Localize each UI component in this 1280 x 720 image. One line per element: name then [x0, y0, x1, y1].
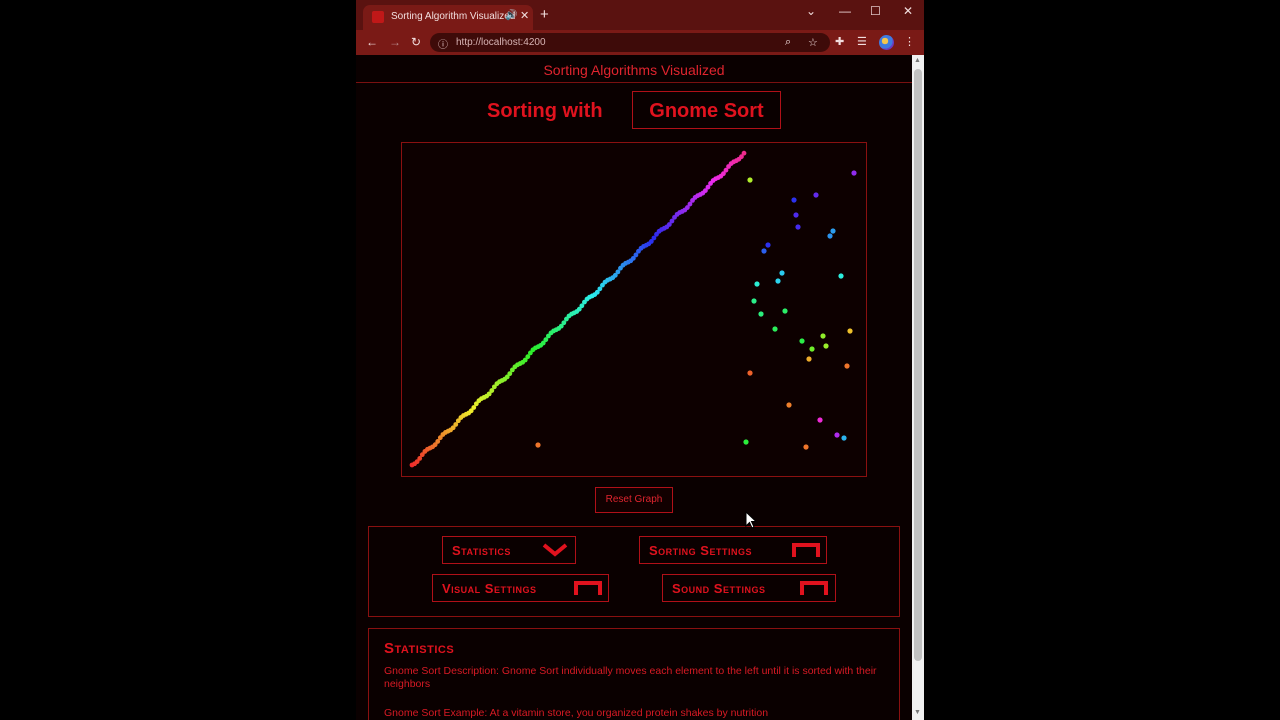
- reload-icon[interactable]: ↻: [411, 35, 421, 49]
- forward-icon[interactable]: →: [389, 35, 401, 49]
- sort-graph-svg: [409, 150, 857, 468]
- audio-icon[interactable]: 🔊: [505, 10, 517, 21]
- data-point: [827, 233, 833, 239]
- data-point: [761, 248, 767, 254]
- site-header: Sorting Algorithms Visualized: [356, 55, 912, 83]
- data-point: [747, 177, 753, 183]
- menu-panel: Statistics Sorting Settings Visual Setti…: [368, 526, 900, 617]
- data-point: [851, 170, 857, 176]
- data-point: [779, 270, 785, 276]
- data-point: [747, 370, 753, 376]
- window-close-icon[interactable]: ✕: [903, 4, 913, 18]
- data-point: [834, 432, 840, 438]
- tab-close-icon[interactable]: ✕: [520, 9, 529, 22]
- data-point: [754, 281, 760, 287]
- chevron-down-icon: [542, 543, 568, 557]
- url-host: http://localhost: [456, 37, 521, 48]
- data-point: [758, 311, 764, 317]
- browser-toolbar: ← → ↻ ⓘ http://localhost:4200 ⌕ ☆ ✚ ☰ ⋮: [356, 30, 924, 55]
- algorithm-example: Gnome Sort Example: At a vitamin store, …: [384, 707, 769, 719]
- maximize-icon[interactable]: ☐: [870, 4, 881, 18]
- minimize-icon[interactable]: —: [839, 4, 851, 18]
- scroll-thumb[interactable]: [914, 69, 922, 661]
- mouse-cursor-icon: [745, 511, 757, 529]
- sort-graph: [401, 142, 867, 477]
- address-bar[interactable]: ⓘ http://localhost:4200 ⌕ ☆: [430, 33, 830, 52]
- collapsed-bracket-icon: [574, 581, 602, 595]
- reading-list-icon[interactable]: ☰: [857, 35, 867, 48]
- sorting-settings-toggle-button[interactable]: Sorting Settings: [639, 536, 827, 564]
- data-point: [847, 328, 853, 334]
- extensions-icon[interactable]: ✚: [835, 35, 844, 48]
- favicon-icon: [372, 11, 384, 23]
- data-point: [844, 363, 850, 369]
- visual-settings-label: Visual Settings: [442, 581, 537, 596]
- data-point: [786, 402, 792, 408]
- collapsed-bracket-icon: [792, 543, 820, 557]
- data-point: [743, 439, 749, 445]
- url-port: :4200: [520, 37, 546, 48]
- scroll-down-icon[interactable]: ▼: [914, 709, 921, 716]
- page-content: Sorting Algorithms Visualized Sorting wi…: [356, 55, 912, 720]
- sound-settings-toggle-button[interactable]: Sound Settings: [662, 574, 836, 602]
- back-icon[interactable]: ←: [366, 35, 378, 49]
- page-heading: Sorting with Gnome Sort: [356, 91, 912, 129]
- data-point: [841, 435, 847, 441]
- profile-icon[interactable]: [879, 35, 894, 50]
- data-point: [791, 197, 797, 203]
- star-icon[interactable]: ☆: [808, 36, 818, 49]
- data-point: [823, 343, 829, 349]
- collapsed-bracket-icon: [800, 581, 828, 595]
- data-point: [741, 150, 747, 156]
- browser-window: Sorting Algorithm Visualized 🔊 ✕ + ⌄ — ☐…: [356, 0, 924, 720]
- algorithm-description: Gnome Sort Description: Gnome Sort indiv…: [384, 665, 877, 690]
- data-point: [803, 444, 809, 450]
- data-point: [838, 273, 844, 279]
- page-scrollbar[interactable]: ▲ ▼: [912, 55, 924, 720]
- data-point: [782, 308, 788, 314]
- site-title: Sorting Algorithms Visualized: [543, 62, 725, 78]
- browser-tab[interactable]: Sorting Algorithm Visualized 🔊 ✕: [363, 5, 533, 30]
- data-point: [813, 192, 819, 198]
- scroll-up-icon[interactable]: ▲: [914, 57, 921, 64]
- data-point: [765, 242, 771, 248]
- reset-graph-button[interactable]: Reset Graph: [595, 487, 673, 513]
- tab-bar: Sorting Algorithm Visualized 🔊 ✕ + ⌄ — ☐…: [356, 0, 924, 30]
- heading-prefix: Sorting with: [487, 100, 603, 122]
- sorting-settings-label: Sorting Settings: [649, 543, 752, 558]
- data-point: [809, 346, 815, 352]
- tab-search-icon[interactable]: ⌄: [806, 4, 816, 18]
- statistics-title: Statistics: [384, 640, 455, 657]
- statistics-panel: Statistics Gnome Sort Description: Gnome…: [368, 628, 900, 720]
- visual-settings-toggle-button[interactable]: Visual Settings: [432, 574, 609, 602]
- sound-settings-label: Sound Settings: [672, 581, 766, 596]
- url-text[interactable]: http://localhost:4200: [456, 37, 546, 48]
- info-icon[interactable]: ⓘ: [438, 36, 448, 51]
- statistics-label: Statistics: [452, 543, 511, 558]
- data-point: [799, 338, 805, 344]
- data-point: [775, 278, 781, 284]
- data-point: [795, 224, 801, 230]
- zoom-icon[interactable]: ⌕: [785, 36, 791, 49]
- data-point: [772, 326, 778, 332]
- algorithm-selector[interactable]: Gnome Sort: [632, 91, 781, 129]
- data-point: [793, 212, 799, 218]
- data-point: [751, 298, 757, 304]
- data-point: [535, 442, 541, 448]
- statistics-toggle-button[interactable]: Statistics: [442, 536, 576, 564]
- algorithm-name: Gnome Sort: [649, 100, 764, 122]
- tab-title: Sorting Algorithm Visualized: [391, 11, 516, 22]
- menu-icon[interactable]: ⋮: [904, 35, 915, 48]
- data-point: [806, 356, 812, 362]
- new-tab-icon[interactable]: +: [540, 7, 549, 22]
- data-point: [830, 228, 836, 234]
- data-point: [820, 333, 826, 339]
- data-point: [817, 417, 823, 423]
